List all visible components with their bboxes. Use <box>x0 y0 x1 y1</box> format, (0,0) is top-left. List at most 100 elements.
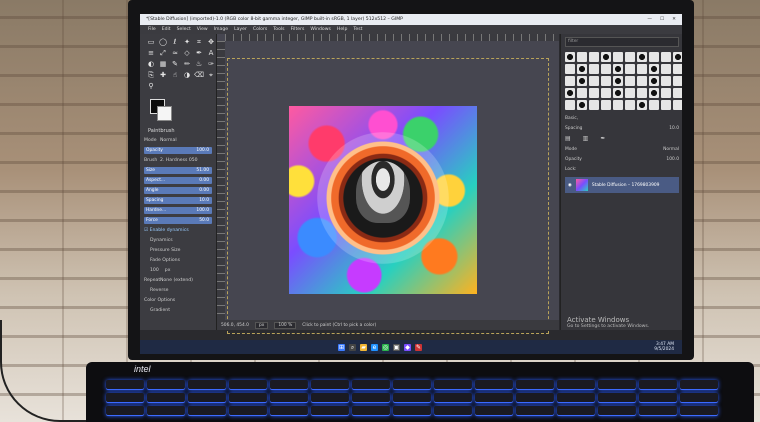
brush-swatch[interactable] <box>673 64 682 74</box>
brush-swatch[interactable] <box>625 100 635 110</box>
brush-swatch[interactable] <box>589 64 599 74</box>
brush-swatch[interactable] <box>565 76 575 86</box>
brush-swatch[interactable] <box>577 100 587 110</box>
background-color-swatch[interactable] <box>157 106 172 121</box>
menu-windows[interactable]: Windows <box>310 27 331 32</box>
brush-swatch[interactable] <box>661 100 671 110</box>
brush-swatch[interactable] <box>577 76 587 86</box>
brush-swatch[interactable] <box>565 100 575 110</box>
repeat-select[interactable]: None (extend) <box>160 278 193 283</box>
text-icon[interactable]: A <box>206 49 216 58</box>
brush-swatch[interactable] <box>637 88 647 98</box>
canvas-image[interactable] <box>289 106 477 294</box>
unit-select[interactable]: px <box>254 321 269 329</box>
menu-filters[interactable]: Filters <box>291 27 305 32</box>
aspect-slider[interactable]: Aspect... 0.00 <box>144 177 212 184</box>
brush-swatch[interactable] <box>577 64 587 74</box>
start-icon[interactable]: ⊞ <box>338 343 345 351</box>
brush-swatch[interactable] <box>661 64 671 74</box>
brush-swatch[interactable] <box>601 88 611 98</box>
paths-tab-icon[interactable]: ✒ <box>600 135 605 142</box>
brush-swatch[interactable] <box>649 100 659 110</box>
warp-icon[interactable]: ≈ <box>170 49 180 58</box>
maximize-button[interactable]: ☐ <box>660 17 664 22</box>
mode-select[interactable]: Normal <box>160 138 177 143</box>
search-icon[interactable]: ⌕ <box>349 343 356 351</box>
layer-opacity-value[interactable]: 100.0 <box>666 157 679 162</box>
brush-swatch[interactable] <box>601 100 611 110</box>
brush-swatch[interactable] <box>613 64 623 74</box>
heal-icon[interactable]: ✚ <box>158 71 168 80</box>
dock-spacing-value[interactable]: 10.0 <box>669 126 679 131</box>
brush-swatch[interactable] <box>589 100 599 110</box>
brush-swatch[interactable] <box>649 64 659 74</box>
brush-swatch[interactable] <box>649 88 659 98</box>
fade-unit-select[interactable]: px <box>159 268 171 273</box>
size-slider[interactable]: Size 51.00 <box>144 167 212 174</box>
menu-layer[interactable]: Layer <box>234 27 247 32</box>
force-slider[interactable]: Force 50.0 <box>144 217 212 224</box>
menu-view[interactable]: View <box>197 27 208 32</box>
menu-image[interactable]: Image <box>214 27 228 32</box>
brush-swatch[interactable] <box>673 76 682 86</box>
brush-swatch[interactable] <box>565 52 575 62</box>
minimize-button[interactable]: — <box>647 17 652 22</box>
brush-swatch[interactable] <box>601 52 611 62</box>
brush-swatch[interactable] <box>601 76 611 86</box>
brush-swatch[interactable] <box>565 64 575 74</box>
system-clock[interactable]: 3:47 AM 9/5/2024 <box>654 342 682 352</box>
color-options-row[interactable]: Color Options <box>144 296 212 305</box>
ink-icon[interactable]: ✑ <box>206 60 216 69</box>
smudge-icon[interactable]: ☝ <box>170 71 180 80</box>
eraser-icon[interactable]: ⌫ <box>194 71 204 80</box>
brush-swatch[interactable] <box>673 100 682 110</box>
brush-swatch[interactable] <box>577 88 587 98</box>
brush-swatch[interactable] <box>661 76 671 86</box>
app-icon[interactable]: ◆ <box>404 343 411 351</box>
pencil-icon[interactable]: ✏ <box>182 60 192 69</box>
menu-tools[interactable]: Tools <box>273 27 284 32</box>
channels-tab-icon[interactable]: ▥ <box>583 135 589 142</box>
clone-icon[interactable]: ⎘ <box>146 71 156 80</box>
file-explorer-icon[interactable]: ▰ <box>360 343 367 351</box>
airbrush-icon[interactable]: ♨ <box>194 60 204 69</box>
transform-icon[interactable]: ⤢ <box>158 49 168 58</box>
brush-select[interactable]: 2. Hardness 050 <box>160 158 198 163</box>
brush-swatch[interactable] <box>625 64 635 74</box>
rect-select-icon[interactable]: ▭ <box>146 38 156 47</box>
brush-swatch[interactable] <box>625 76 635 86</box>
brush-swatch[interactable] <box>649 76 659 86</box>
brush-swatch[interactable] <box>613 52 623 62</box>
hardness-slider[interactable]: Hardne... 100.0 <box>144 207 212 214</box>
brush-preset-label[interactable]: Basic, <box>565 116 578 121</box>
brush-swatch[interactable] <box>637 100 647 110</box>
close-button[interactable]: ✕ <box>672 17 676 22</box>
dodge-icon[interactable]: ◑ <box>182 71 192 80</box>
brush-swatch[interactable] <box>649 52 659 62</box>
canvas-area[interactable] <box>217 34 559 334</box>
store-icon[interactable]: ▣ <box>393 343 400 351</box>
edge-icon[interactable]: e <box>371 343 378 351</box>
opacity-slider[interactable]: Opacity 100.0 <box>144 147 212 154</box>
move-icon[interactable]: ✥ <box>206 38 216 47</box>
brush-swatch[interactable] <box>673 88 682 98</box>
menu-file[interactable]: File <box>148 27 156 32</box>
gradient-icon[interactable]: ▦ <box>158 60 168 69</box>
menu-edit[interactable]: Edit <box>162 27 171 32</box>
brush-swatch[interactable] <box>589 76 599 86</box>
brush-swatch[interactable] <box>673 52 682 62</box>
brush-swatch[interactable] <box>637 64 647 74</box>
brush-swatch[interactable] <box>613 88 623 98</box>
crop-icon[interactable]: ⌗ <box>194 38 204 47</box>
brush-filter-input[interactable]: filter <box>565 37 679 47</box>
brush-swatch[interactable] <box>589 52 599 62</box>
menu-select[interactable]: Select <box>177 27 191 32</box>
brush-swatch[interactable] <box>661 88 671 98</box>
ellipse-select-icon[interactable]: ◯ <box>158 38 168 47</box>
fuzzy-select-icon[interactable]: ✦ <box>182 38 192 47</box>
brush-swatch[interactable] <box>625 88 635 98</box>
zoom-select[interactable]: 100 % <box>274 321 297 329</box>
align-icon[interactable]: ≡ <box>146 49 156 58</box>
brush-swatch[interactable] <box>565 88 575 98</box>
brush-swatch[interactable] <box>637 52 647 62</box>
